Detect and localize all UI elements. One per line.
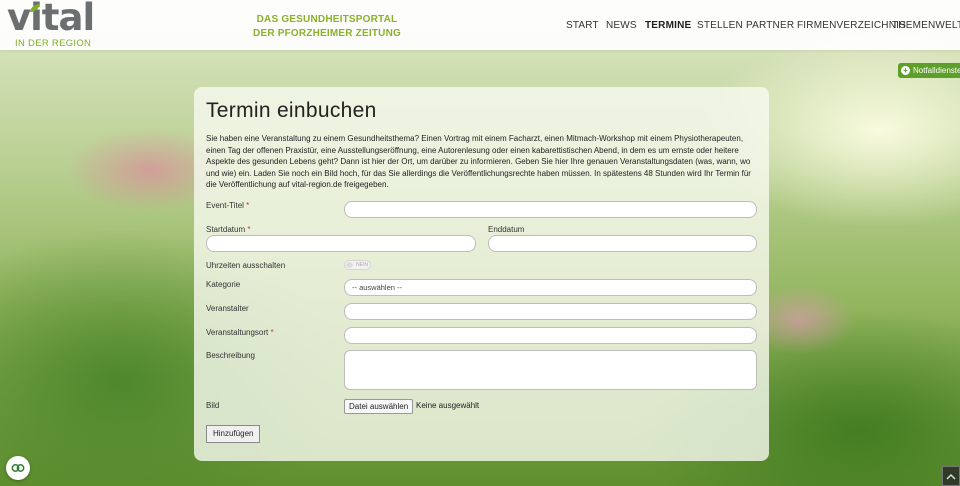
logo-subtitle: IN DER REGION bbox=[15, 38, 92, 49]
nav-start[interactable]: START bbox=[566, 20, 599, 31]
times-off-label: Uhrzeiten ausschalten bbox=[206, 261, 286, 270]
category-label: Kategorie bbox=[206, 280, 241, 289]
notfalldienste-label: Notfalldienste bbox=[913, 66, 960, 75]
location-input[interactable] bbox=[344, 327, 757, 344]
nav-themenwelten[interactable]: THEMENWELTEN bbox=[892, 20, 960, 31]
description-textarea[interactable] bbox=[344, 350, 757, 390]
required-mark: * bbox=[270, 328, 274, 337]
description-label: Beschreibung bbox=[206, 351, 255, 360]
page-title: Termin einbuchen bbox=[206, 99, 377, 122]
nav-partner[interactable]: PARTNER bbox=[746, 20, 794, 31]
times-off-toggle[interactable]: NEIN bbox=[344, 260, 371, 270]
chevron-up-icon bbox=[946, 473, 956, 480]
site-tagline: DAS GESUNDHEITSPORTAL DER PFORZHEIMER ZE… bbox=[252, 13, 402, 40]
tagline-line-1: DAS GESUNDHEITSPORTAL bbox=[256, 14, 398, 25]
required-mark: * bbox=[246, 201, 250, 210]
organizer-label: Veranstalter bbox=[206, 304, 249, 313]
nav-stellen[interactable]: STELLEN bbox=[697, 20, 743, 31]
event-form-card: Termin einbuchen Sie haben eine Veransta… bbox=[194, 87, 769, 461]
submit-button[interactable]: Hinzufügen bbox=[206, 425, 261, 443]
location-label: Veranstaltungsort * bbox=[206, 328, 274, 337]
image-label: Bild bbox=[206, 401, 220, 410]
nav-firmenverzeichnis[interactable]: FIRMENVERZEICHNIS bbox=[797, 20, 906, 31]
tagline-line-2: DER PFORZHEIMER ZEITUNG bbox=[253, 27, 401, 39]
start-date-label: Startdatum * bbox=[206, 225, 251, 234]
nav-news[interactable]: NEWS bbox=[606, 20, 637, 31]
plus-icon: + bbox=[901, 66, 910, 75]
end-date-label: Enddatum bbox=[488, 225, 525, 234]
required-mark: * bbox=[247, 225, 251, 234]
nav-termine[interactable]: TERMINE bbox=[645, 20, 691, 31]
event-title-label: Event-Titel * bbox=[206, 201, 249, 210]
category-select[interactable]: -- auswählen -- bbox=[344, 279, 757, 296]
event-title-label-text: Event-Titel bbox=[206, 201, 244, 210]
end-date-input[interactable] bbox=[488, 235, 757, 252]
site-logo[interactable]: vital IN DER REGION bbox=[7, 0, 97, 49]
scroll-top-button[interactable] bbox=[942, 466, 960, 486]
logo-wordmark: vital bbox=[7, 0, 95, 39]
event-title-input[interactable] bbox=[344, 201, 757, 218]
toggle-knob bbox=[346, 262, 353, 268]
start-date-input[interactable] bbox=[206, 235, 476, 252]
site-header: vital IN DER REGION DAS GESUNDHEITSPORTA… bbox=[0, 0, 960, 50]
file-choose-button[interactable]: Datei auswählen bbox=[344, 399, 414, 414]
notfalldienste-button[interactable]: + Notfalldienste bbox=[898, 63, 960, 78]
cookie-settings-button[interactable] bbox=[6, 456, 30, 480]
leaf-icon bbox=[30, 4, 40, 12]
toggle-text: NEIN bbox=[356, 262, 368, 268]
cookie-icon bbox=[11, 464, 25, 472]
category-selected-value: -- auswählen -- bbox=[352, 283, 403, 292]
location-label-text: Veranstaltungsort bbox=[206, 328, 269, 337]
file-status: Keine ausgewählt bbox=[416, 401, 480, 410]
intro-text: Sie haben eine Veranstaltung zu einem Ge… bbox=[206, 134, 751, 189]
start-date-label-text: Startdatum bbox=[206, 225, 246, 234]
organizer-input[interactable] bbox=[344, 303, 757, 320]
